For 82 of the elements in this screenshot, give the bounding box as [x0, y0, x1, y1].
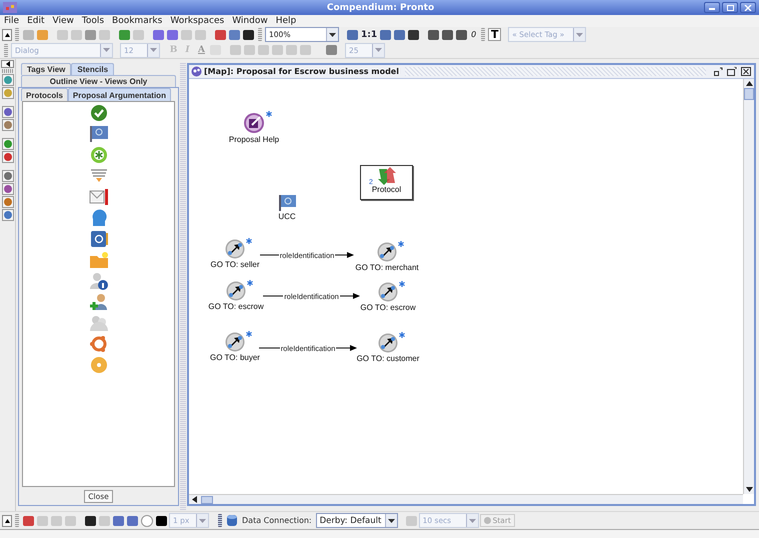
user-info-icon[interactable] — [88, 272, 108, 290]
connection-combo[interactable]: Derby: Default — [316, 513, 398, 528]
node-label: UCC — [278, 212, 296, 221]
maximize-icon — [727, 67, 737, 76]
node-label: GO TO: seller — [210, 260, 260, 269]
node-label: Proposal Help — [228, 135, 280, 144]
caret-icon — [375, 48, 382, 52]
jump-node-icon[interactable] — [225, 332, 245, 352]
maximize-icon — [726, 4, 734, 10]
caret-icon — [576, 32, 584, 36]
horizontal-scrollbar[interactable] — [189, 494, 743, 504]
check-circle-icon[interactable] — [88, 104, 108, 122]
jump-node-icon[interactable] — [226, 281, 246, 301]
protocol-arrows-icon — [376, 167, 396, 185]
folder-star-icon[interactable] — [88, 251, 108, 269]
caret-icon — [329, 32, 336, 36]
map-window-title: [Map]: Proposal for Escrow business model — [204, 67, 399, 76]
asterisk-circle-icon[interactable] — [88, 146, 108, 164]
actual-size-button[interactable]: 1:1 — [360, 28, 378, 41]
map-icon — [191, 66, 202, 77]
flag-icon[interactable] — [88, 125, 108, 143]
menu-item[interactable]: Window — [232, 16, 268, 26]
caret-icon — [150, 48, 157, 52]
panel-tab[interactable]: Tags View — [21, 63, 72, 75]
caret-icon — [388, 518, 395, 522]
scroll-thumb[interactable] — [201, 496, 213, 504]
node-label: GO TO: merchant — [355, 263, 419, 272]
menu-item[interactable]: Workspaces — [170, 16, 224, 26]
minimize-button[interactable] — [704, 2, 720, 13]
panel-tab[interactable]: Stencils — [71, 63, 114, 75]
text-button[interactable]: T — [488, 28, 502, 41]
menu-item[interactable]: View — [52, 16, 74, 26]
jump-node-icon[interactable] — [225, 239, 245, 259]
jump-node-icon[interactable] — [378, 333, 398, 353]
caret-icon — [103, 48, 110, 52]
collapse-button[interactable] — [1, 60, 14, 68]
envelope-alert-icon[interactable] — [88, 188, 108, 206]
jump-node-icon[interactable] — [378, 282, 398, 302]
count-label: 0 — [471, 30, 476, 39]
address-book-icon[interactable] — [88, 230, 108, 248]
maximize-button[interactable] — [722, 2, 738, 13]
node-label: GO TO: buyer — [210, 353, 260, 362]
window-title: Compendium: Pronto — [326, 2, 434, 12]
triangle-left-icon — [6, 61, 10, 67]
arrow-down-icon[interactable] — [746, 487, 752, 492]
close-button[interactable] — [740, 66, 752, 77]
caret-icon — [199, 518, 206, 522]
connection-label: Data Connection: — [242, 516, 312, 525]
triangle-up-icon — [4, 32, 10, 36]
node-label: GO TO: customer — [356, 354, 420, 363]
minimize-icon — [713, 67, 723, 76]
vertical-scrollbar[interactable] — [743, 79, 754, 494]
node-label: GO TO: escrow — [360, 303, 416, 312]
close-button[interactable] — [740, 2, 756, 13]
collapse-button[interactable] — [2, 28, 12, 40]
menu-item[interactable]: Help — [276, 16, 296, 26]
app-logo-icon — [3, 2, 17, 13]
maximize-button[interactable] — [726, 66, 738, 77]
menu-item[interactable]: Bookmarks — [112, 16, 162, 26]
flag-node-icon[interactable] — [278, 194, 296, 211]
close-icon — [741, 67, 751, 76]
panel-tab[interactable]: Outline View - Views Only — [21, 75, 176, 87]
arrow-up-icon[interactable] — [746, 81, 752, 86]
arrow-left-icon[interactable] — [192, 496, 197, 503]
stencil-tab[interactable]: Protocols — [21, 88, 68, 101]
caret-icon — [468, 518, 476, 522]
scroll-thumb[interactable] — [744, 88, 754, 100]
user-plus-icon[interactable] — [88, 293, 108, 311]
node-label: Protocol — [372, 185, 402, 194]
jump-node-icon[interactable] — [377, 242, 397, 262]
node-label: GO TO: escrow — [208, 302, 264, 311]
minimize-button[interactable] — [712, 66, 724, 77]
ring-logo-icon[interactable] — [88, 335, 108, 353]
database-icon[interactable] — [225, 514, 238, 527]
menu-item[interactable]: Edit — [27, 16, 44, 26]
close-icon — [744, 4, 752, 10]
color-swatch[interactable] — [155, 514, 168, 527]
triangle-up-icon — [4, 518, 10, 522]
stencil-tab[interactable]: Proposal Argumentation — [68, 88, 171, 101]
collapse-button[interactable] — [2, 514, 12, 526]
menu-item[interactable]: Tools — [82, 16, 104, 26]
menu-item[interactable]: File — [4, 16, 20, 26]
